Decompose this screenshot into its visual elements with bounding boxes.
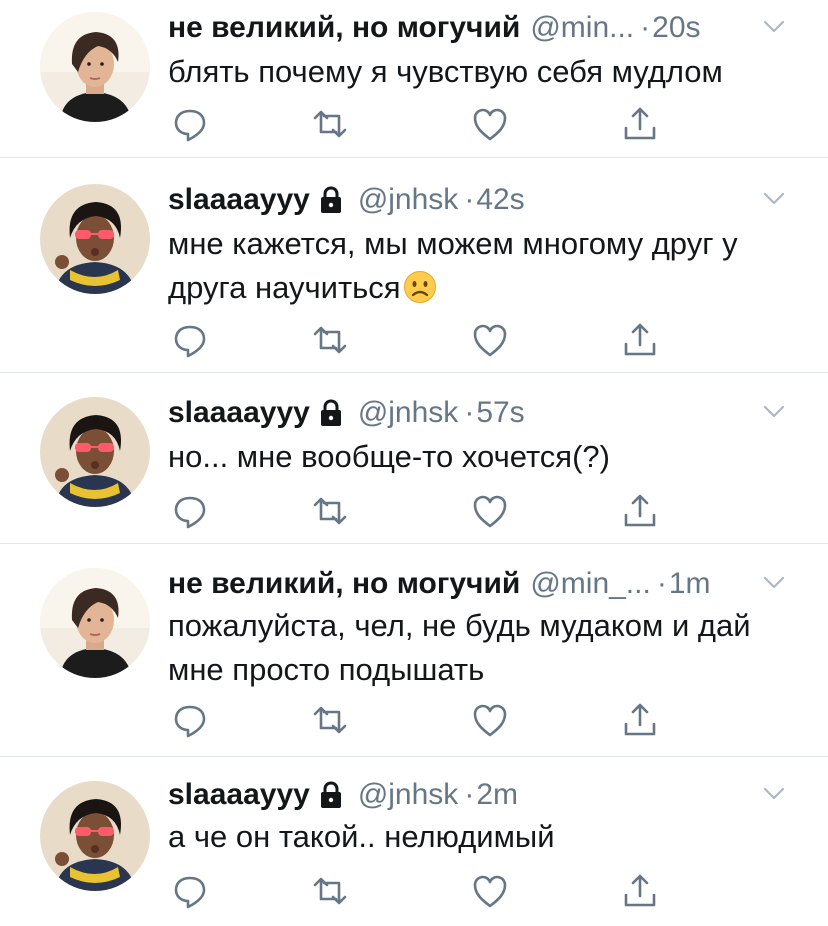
retweet-icon[interactable] <box>310 491 350 531</box>
action-bar <box>168 320 688 360</box>
tweet[interactable]: slaaaayyy @jnhsk · 2m а че он такой.. не… <box>0 757 828 926</box>
tweet-text: блять почему я чувствую себя мудлом <box>168 54 723 89</box>
tweet[interactable]: не великий, но могучий @min_... · 1m пож… <box>0 544 828 757</box>
reply-icon[interactable] <box>170 104 210 144</box>
tweet-header: slaaaayyy @jnhsk · 57s <box>168 393 758 433</box>
chevron-down-icon[interactable] <box>760 397 788 425</box>
share-icon[interactable] <box>620 700 660 740</box>
author-name[interactable]: slaaaayyy <box>168 396 310 430</box>
tweet-header: slaaaayyy @jnhsk · 2m <box>168 775 758 815</box>
tweet-header: не великий, но могучий @min... · 20s <box>168 8 758 48</box>
separator: · <box>464 778 475 811</box>
author-handle[interactable]: @jnhsk <box>358 183 459 217</box>
action-bar <box>168 104 688 144</box>
like-icon[interactable] <box>470 104 510 144</box>
timestamp[interactable]: 57s <box>476 396 524 430</box>
chevron-down-icon[interactable] <box>760 12 788 40</box>
separator: · <box>640 11 651 44</box>
action-bar <box>168 491 688 531</box>
share-icon[interactable] <box>620 320 660 360</box>
separator: · <box>464 183 475 216</box>
author-name[interactable]: не великий, но могучий <box>168 567 520 601</box>
like-icon[interactable] <box>470 871 510 911</box>
reply-icon[interactable] <box>170 491 210 531</box>
avatar[interactable] <box>40 397 150 507</box>
chevron-down-icon[interactable] <box>760 184 788 212</box>
reply-icon[interactable] <box>170 700 210 740</box>
author-name[interactable]: slaaaayyy <box>168 183 310 217</box>
share-icon[interactable] <box>620 104 660 144</box>
timestamp[interactable]: 1m <box>669 567 711 601</box>
tweet-text: но... мне вообще-то хочется(?) <box>168 439 610 474</box>
lock-icon <box>318 780 344 810</box>
share-icon[interactable] <box>620 871 660 911</box>
timestamp[interactable]: 42s <box>476 183 524 217</box>
frowning-face-icon <box>403 270 437 304</box>
reply-icon[interactable] <box>170 871 210 911</box>
tweet-text: пожалуйста, чел, не будь мудаком и дай м… <box>168 608 751 687</box>
avatar[interactable] <box>40 184 150 294</box>
author-handle[interactable]: @jnhsk <box>358 778 459 812</box>
like-icon[interactable] <box>470 320 510 360</box>
timeline: не великий, но могучий @min... · 20s бля… <box>0 0 828 926</box>
author-name[interactable]: slaaaayyy <box>168 778 310 812</box>
tweet-header: slaaaayyy @jnhsk · 42s <box>168 180 758 220</box>
action-bar <box>168 700 688 740</box>
chevron-down-icon[interactable] <box>760 568 788 596</box>
timestamp[interactable]: 20s <box>652 11 700 45</box>
retweet-icon[interactable] <box>310 104 350 144</box>
separator: · <box>464 396 475 429</box>
separator: · <box>656 567 667 600</box>
timestamp[interactable]: 2m <box>476 778 518 812</box>
author-name[interactable]: не великий, но могучий <box>168 11 520 45</box>
author-handle[interactable]: @min... <box>530 11 634 45</box>
author-handle[interactable]: @min_... <box>530 567 650 601</box>
reply-icon[interactable] <box>170 320 210 360</box>
retweet-icon[interactable] <box>310 871 350 911</box>
action-bar <box>168 871 688 911</box>
tweet-text: мне кажется, мы можем многому друг у дру… <box>168 222 788 310</box>
avatar[interactable] <box>40 781 150 891</box>
retweet-icon[interactable] <box>310 320 350 360</box>
share-icon[interactable] <box>620 491 660 531</box>
retweet-icon[interactable] <box>310 700 350 740</box>
avatar[interactable] <box>40 568 150 678</box>
tweet-text-content: мне кажется, мы можем многому друг у дру… <box>168 226 738 305</box>
tweet[interactable]: не великий, но могучий @min... · 20s бля… <box>0 0 828 158</box>
lock-icon <box>318 398 344 428</box>
like-icon[interactable] <box>470 491 510 531</box>
tweet[interactable]: slaaaayyy @jnhsk · 57s но... мне вообще-… <box>0 373 828 544</box>
tweet-text: а че он такой.. нелюдимый <box>168 819 555 854</box>
tweet-header: не великий, но могучий @min_... · 1m <box>168 564 758 604</box>
tweet[interactable]: slaaaayyy @jnhsk · 42s мне кажется, мы м… <box>0 158 828 373</box>
like-icon[interactable] <box>470 700 510 740</box>
chevron-down-icon[interactable] <box>760 779 788 807</box>
lock-icon <box>318 185 344 215</box>
avatar[interactable] <box>40 12 150 122</box>
author-handle[interactable]: @jnhsk <box>358 396 459 430</box>
